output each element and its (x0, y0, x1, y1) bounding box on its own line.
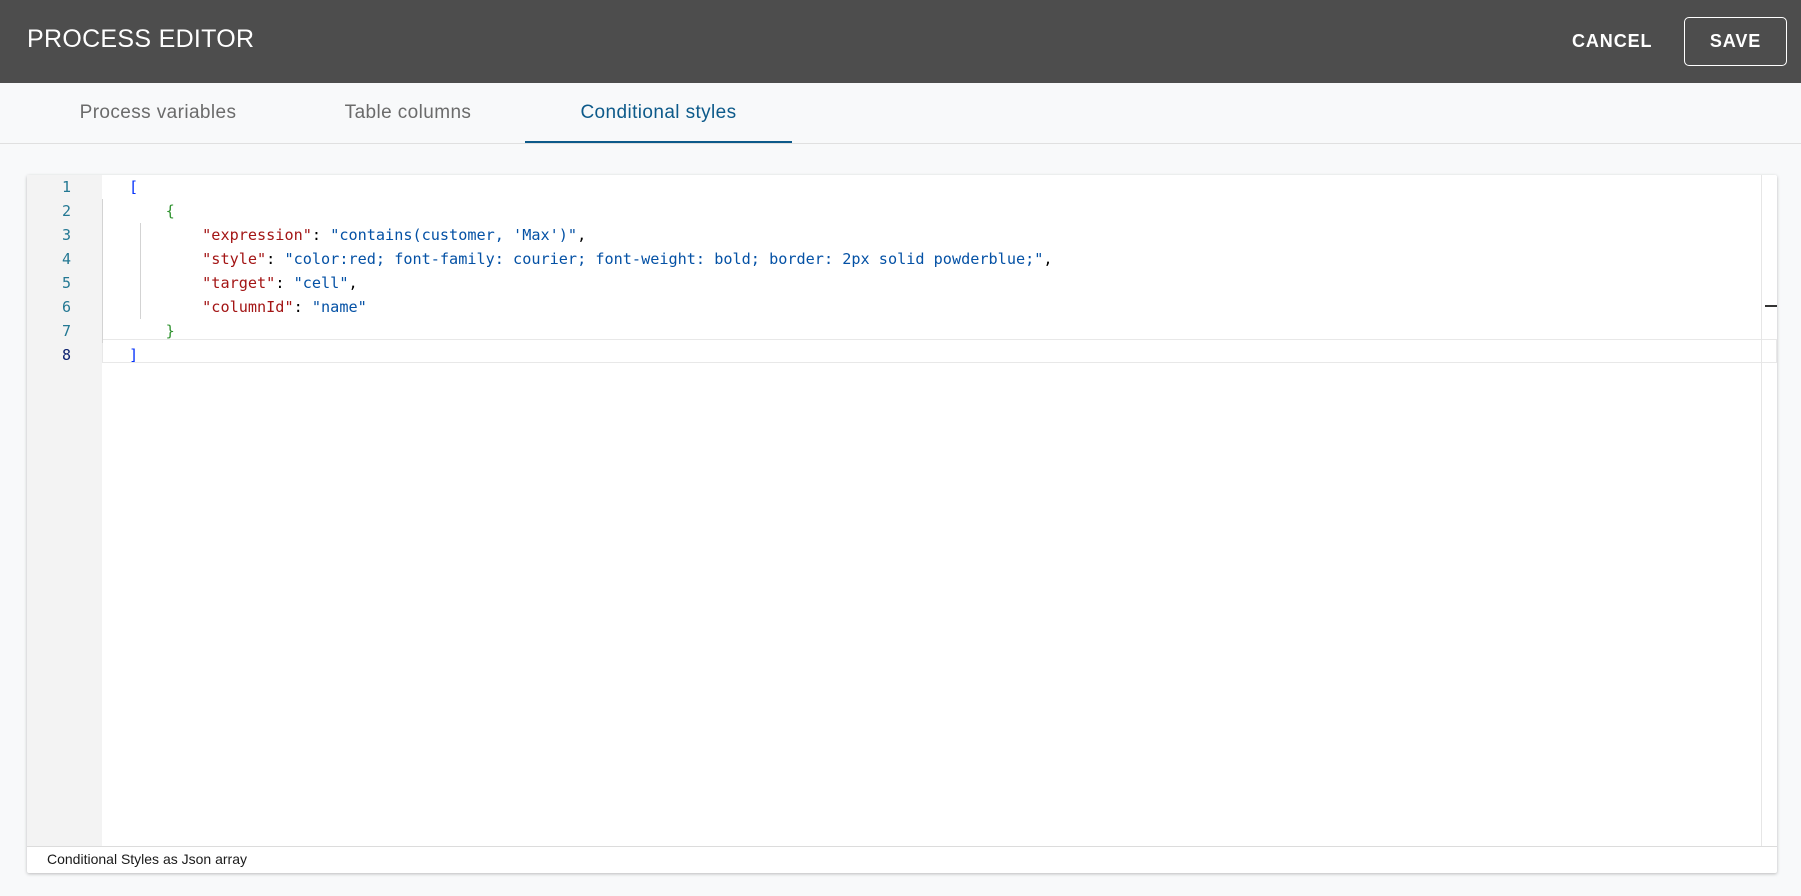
tab-table-columns[interactable]: Table columns (316, 83, 500, 143)
scrollbar-cursor-marker (1765, 305, 1777, 307)
code-line: } (129, 319, 175, 343)
line-number-gutter: 1 2 3 4 5 6 7 8 (27, 175, 102, 846)
code-line: { (129, 199, 175, 223)
code-token: : (266, 250, 285, 268)
code-token: , (1043, 250, 1053, 268)
code-line: [ (129, 175, 138, 199)
code-token: "columnId" (202, 298, 294, 316)
line-number: 6 (61, 298, 71, 316)
code-token: : (311, 226, 331, 244)
code-token: "style" (202, 250, 267, 268)
code-line: ] (129, 343, 138, 367)
tab-bar: Process variables Table columns Conditio… (0, 83, 1801, 144)
code-token: : (293, 298, 312, 316)
line-number: 4 (61, 250, 71, 268)
code-token: : (275, 274, 294, 292)
code-token: "cell" (293, 274, 349, 292)
code-token: "contains(customer, 'Max')" (330, 226, 578, 244)
code-token: "name" (311, 298, 367, 316)
code-token: "target" (202, 274, 276, 292)
code-token: "expression" (202, 226, 312, 244)
code-content[interactable]: [ { "expression": "contains(customer, 'M… (102, 175, 1762, 846)
code-token: , (348, 274, 358, 292)
code-token: , (577, 226, 587, 244)
code-editor[interactable]: 1 2 3 4 5 6 7 8 [ { "expression": "contains(cus… (27, 175, 1777, 846)
app-header: PROCESS EDITOR CANCEL SAVE (0, 0, 1801, 83)
page-title: PROCESS EDITOR (27, 25, 255, 53)
tab-process-variables[interactable]: Process variables (52, 83, 264, 143)
vertical-scrollbar[interactable] (1761, 175, 1777, 846)
line-number: 2 (61, 202, 71, 220)
code-token: [ (129, 178, 139, 196)
save-button[interactable]: SAVE (1684, 17, 1787, 66)
cancel-button[interactable]: CANCEL (1558, 26, 1666, 56)
code-line: "style": "color:red; font-family: courie… (129, 247, 1053, 271)
editor-hint: Conditional Styles as Json array (27, 846, 1777, 873)
line-number: 1 (61, 178, 71, 196)
tab-conditional-styles[interactable]: Conditional styles (525, 83, 792, 143)
code-token: ] (129, 346, 139, 364)
code-token: } (165, 322, 175, 340)
code-token: { (165, 202, 175, 220)
code-line: "columnId": "name" (129, 295, 367, 319)
code-line: "target": "cell", (129, 271, 358, 295)
code-token: "color:red; font-family: courier; font-w… (284, 250, 1044, 268)
line-number: 8 (61, 346, 71, 364)
line-number: 5 (61, 274, 71, 292)
json-editor-panel: 1 2 3 4 5 6 7 8 [ { "expression": "contains(cus… (27, 175, 1777, 873)
line-number: 3 (61, 226, 71, 244)
line-number: 7 (61, 322, 71, 340)
code-line: "expression": "contains(customer, 'Max')… (129, 223, 586, 247)
